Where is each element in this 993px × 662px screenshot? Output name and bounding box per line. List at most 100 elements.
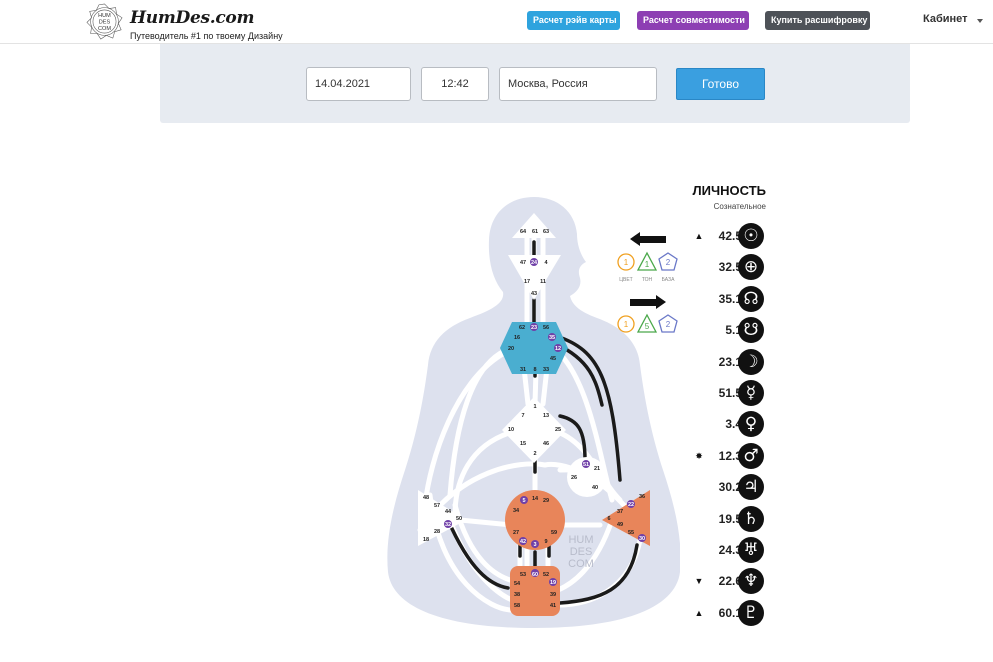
planet-value: 51.5 (718, 386, 742, 400)
earth-icon[interactable]: ⊕ (738, 254, 764, 280)
gate-number: 33 (543, 367, 549, 373)
gate-number: 57 (434, 503, 440, 509)
planet-value: 42.5 (718, 229, 742, 243)
planet-row: 51.5 ☿ (690, 379, 770, 407)
personality-subtitle: Сознательное (713, 202, 766, 211)
svg-text:БАЗА: БАЗА (662, 277, 675, 283)
birth-data-form: 14.04.2021 12:42 Москва, Россия Готово (160, 44, 910, 123)
svg-text:2: 2 (666, 258, 671, 267)
svg-text:2: 2 (666, 320, 671, 329)
gate-number: 62 (519, 325, 525, 331)
gate-number: 18 (423, 537, 429, 543)
gate-number: 36 (639, 494, 645, 500)
neptune-icon[interactable]: ♆ (738, 568, 764, 594)
gate-number: 12 (555, 346, 561, 352)
gate-number: 32 (445, 522, 451, 528)
jupiter-icon[interactable]: ♃ (738, 474, 764, 500)
buy-reading-button[interactable]: Купить расшифровку (765, 11, 870, 30)
saturn-icon[interactable]: ♄ (738, 506, 764, 532)
logo-emblem-icon[interactable]: HUM DES COM (86, 3, 123, 40)
planet-value: 5.1 (725, 323, 742, 337)
gate-number: 52 (543, 572, 549, 578)
gate-number: 39 (550, 592, 556, 598)
gate-number: 43 (531, 291, 537, 297)
gate-number: 25 (555, 427, 561, 433)
gate-number: 55 (628, 530, 634, 536)
svg-text:HUM: HUM (568, 534, 593, 546)
logo-emblem-line: COM (98, 26, 111, 32)
gate-number: 21 (594, 466, 600, 472)
sun-icon[interactable]: ☉ (738, 223, 764, 249)
gate-number: 8 (533, 367, 536, 373)
gate-number: 45 (550, 356, 556, 362)
personality-title: ЛИЧНОСТЬ (692, 183, 766, 198)
planet-row: 19.5 ♄ (690, 505, 770, 533)
gate-number: 27 (513, 530, 519, 536)
mercury-icon[interactable]: ☿ (738, 380, 764, 406)
gate-number: 48 (423, 495, 429, 501)
gate-number: 23 (531, 325, 537, 331)
planet-value: 35.1 (718, 292, 742, 306)
gate-number: 7 (521, 413, 524, 419)
svg-text:1: 1 (645, 260, 650, 269)
gate-number: 47 (520, 260, 526, 266)
gate-number: 56 (543, 325, 549, 331)
date-field[interactable]: 14.04.2021 (306, 67, 411, 101)
city-field[interactable]: Москва, Россия (499, 67, 657, 101)
gate-number: 6 (607, 516, 610, 522)
gate-number: 58 (514, 603, 520, 609)
logo-emblem-line: DES (99, 19, 111, 25)
planet-row: 30.2 ♃ (690, 473, 770, 501)
gate-number: 37 (617, 509, 623, 515)
svg-text:ТОН: ТОН (642, 277, 653, 283)
svg-text:5: 5 (645, 322, 650, 331)
planet-value: 24.3 (718, 543, 742, 557)
svg-text:DES: DES (570, 546, 593, 558)
logo-text[interactable]: HumDes.com (130, 8, 254, 28)
gate-number: 20 (508, 346, 514, 352)
gate-number: 1 (533, 404, 536, 410)
gate-number: 42 (520, 539, 526, 545)
south-node-icon[interactable]: ☋ (738, 317, 764, 343)
gate-number: 13 (543, 413, 549, 419)
gate-number: 35 (549, 335, 555, 341)
gate-number: 63 (543, 229, 549, 235)
uranus-icon[interactable]: ♅ (738, 537, 764, 563)
svg-text:1: 1 (624, 258, 629, 267)
gate-number: 44 (445, 509, 452, 515)
gate-number: 16 (514, 335, 520, 341)
gate-number: 53 (520, 572, 526, 578)
gate-number: 26 (571, 475, 577, 481)
mars-icon[interactable]: ♂ (738, 443, 764, 469)
svg-text:ЦВЕТ: ЦВЕТ (619, 277, 632, 283)
planet-value: 22.6 (718, 574, 742, 588)
gate-number: 5 (522, 498, 525, 504)
compatibility-button[interactable]: Расчет совместимости (637, 11, 749, 30)
gate-number: 3 (533, 542, 536, 548)
svg-text:1: 1 (624, 320, 629, 329)
gate-number: 50 (456, 516, 462, 522)
rave-chart-button[interactable]: Расчет рэйв карты (527, 11, 620, 30)
planet-row: ✸ 12.3 ♂ (690, 442, 770, 470)
planet-row: 32.5 ⊕ (690, 253, 770, 281)
gate-number: 17 (524, 279, 530, 285)
gate-number: 28 (434, 529, 440, 535)
planet-row: ▲ 42.5 ☉ (690, 222, 770, 250)
planet-value: 23.1 (718, 355, 742, 369)
gate-number: 30 (639, 536, 645, 542)
gate-number: 40 (592, 485, 598, 491)
gate-number: 24 (531, 260, 538, 266)
moon-icon[interactable]: ☽ (738, 349, 764, 375)
time-field[interactable]: 12:42 (421, 67, 489, 101)
gate-number: 46 (543, 441, 549, 447)
planet-row: ▼ 22.6 ♆ (690, 567, 770, 595)
venus-icon[interactable]: ♀ (738, 411, 764, 437)
north-node-icon[interactable]: ☊ (738, 286, 764, 312)
gate-number: 11 (540, 279, 546, 285)
right-arrow-icon (630, 295, 666, 309)
submit-button[interactable]: Готово (676, 68, 765, 100)
planet-row: 23.1 ☽ (690, 348, 770, 376)
chevron-down-icon[interactable] (977, 19, 983, 23)
pluto-icon[interactable]: ♇ (738, 600, 764, 626)
cabinet-menu[interactable]: Кабинет (923, 13, 968, 25)
